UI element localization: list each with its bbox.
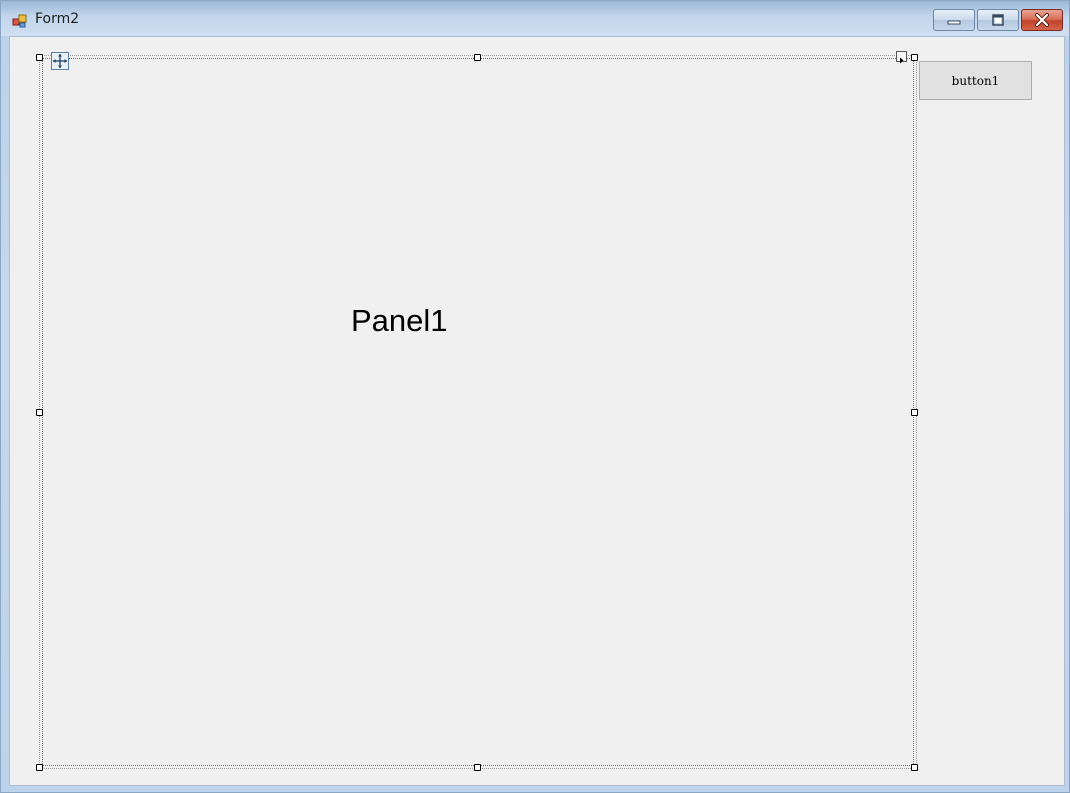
window-title: Form2 — [35, 11, 80, 27]
close-icon — [1035, 13, 1049, 27]
resize-handle-bottom-left[interactable] — [36, 764, 43, 771]
resize-handle-bottom-center[interactable] — [474, 764, 481, 771]
move-arrows-icon — [53, 54, 67, 68]
move-glyph-icon[interactable] — [51, 52, 69, 70]
resize-handle-middle-left[interactable] — [36, 409, 43, 416]
smart-tag-arrow-icon — [900, 57, 904, 64]
panel-label: Panel1 — [351, 303, 448, 338]
close-button[interactable] — [1021, 9, 1063, 31]
resize-handle-top-left[interactable] — [36, 54, 43, 61]
title-bar[interactable]: Form2 — [1, 1, 1069, 36]
button1[interactable]: button1 — [919, 61, 1032, 100]
resize-handle-top-right[interactable] — [911, 54, 918, 61]
resize-handle-middle-right[interactable] — [911, 409, 918, 416]
panel1[interactable]: Panel1 — [39, 55, 917, 769]
resize-handle-bottom-right[interactable] — [911, 764, 918, 771]
form-icon — [12, 14, 27, 28]
smart-tag-icon[interactable] — [896, 51, 907, 64]
designer-window: Form2 Panel1 button1 — [0, 0, 1070, 793]
minimize-button[interactable] — [933, 9, 975, 31]
maximize-icon — [992, 14, 1004, 26]
minimize-icon — [947, 20, 961, 25]
maximize-button[interactable] — [977, 9, 1019, 31]
resize-handle-top-center[interactable] — [474, 54, 481, 61]
form-client-area[interactable]: Panel1 — [9, 36, 1065, 786]
